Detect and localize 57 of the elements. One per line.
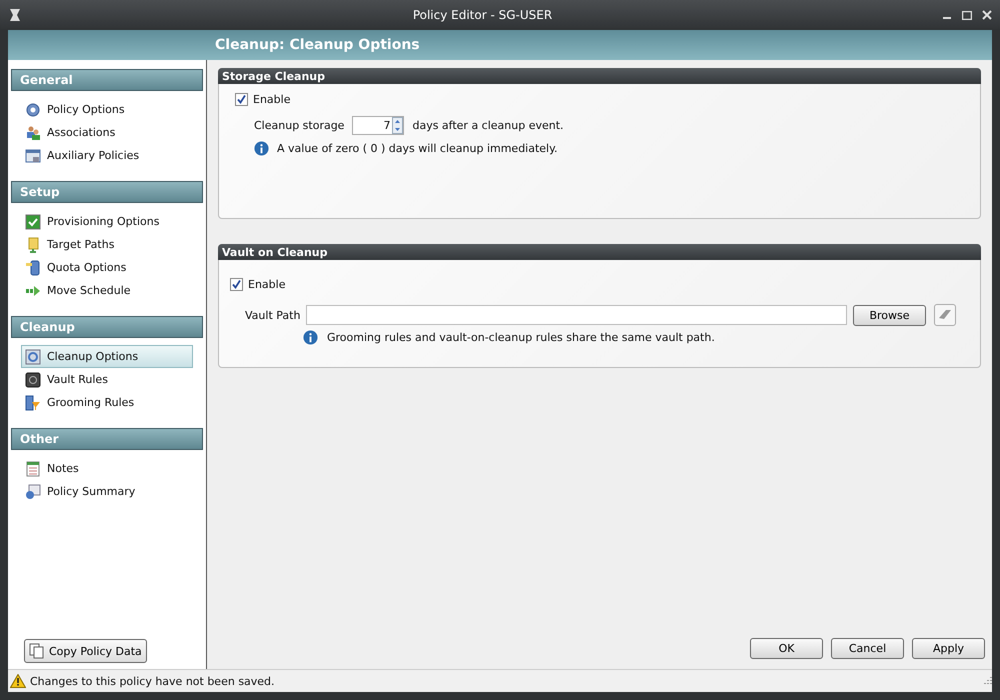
checkmark-icon bbox=[25, 214, 41, 230]
warning-icon bbox=[10, 674, 26, 688]
sidebar-item[interactable]: Policy Summary bbox=[21, 480, 193, 503]
eraser-icon bbox=[938, 309, 952, 321]
summary-icon bbox=[25, 484, 41, 500]
status-text: Changes to this policy have not been saved. bbox=[30, 674, 275, 688]
sidebar-item[interactable]: Move Schedule bbox=[21, 279, 193, 302]
checkbox[interactable] bbox=[235, 93, 248, 106]
sidebar-item[interactable]: Vault Rules bbox=[21, 368, 193, 391]
maximize-icon[interactable] bbox=[962, 10, 972, 20]
dialog-button[interactable]: Apply bbox=[912, 638, 985, 659]
panel-title: Vault on Cleanup bbox=[218, 244, 981, 260]
gear-icon bbox=[25, 102, 41, 118]
page-title: Cleanup: Cleanup Options bbox=[215, 37, 420, 53]
sidebar-item[interactable]: Auxiliary Policies bbox=[21, 144, 193, 167]
safe-icon bbox=[25, 372, 41, 388]
info-icon bbox=[254, 141, 269, 156]
funnel-icon bbox=[25, 394, 41, 410]
notes-icon bbox=[25, 460, 41, 476]
vault-path-field[interactable] bbox=[306, 305, 847, 325]
window-title: Policy Editor - SG-USER bbox=[412, 8, 554, 22]
section-header: General bbox=[11, 69, 203, 91]
sidebar-item[interactable]: Cleanup Options bbox=[21, 345, 193, 368]
field-suffix: days after a cleanup event. bbox=[412, 119, 564, 132]
info-text: A value of zero ( 0 ) days will cleanup immediately. bbox=[277, 142, 558, 155]
checkbox-label: Enable bbox=[253, 93, 290, 106]
checkbox[interactable] bbox=[230, 278, 243, 291]
sidebar-item[interactable]: Policy Options bbox=[21, 98, 193, 121]
section-header: Cleanup bbox=[11, 316, 203, 338]
info-icon bbox=[303, 330, 318, 345]
resize-grip-icon[interactable] bbox=[982, 676, 992, 686]
copy-icon bbox=[29, 643, 45, 659]
days-spinner[interactable]: 7 bbox=[352, 116, 404, 135]
sidebar-item[interactable]: Quota Options bbox=[21, 256, 193, 279]
panel-title: Storage Cleanup bbox=[218, 68, 981, 84]
spinner-arrows-icon[interactable] bbox=[392, 117, 404, 134]
field-label: Cleanup storage bbox=[254, 119, 344, 132]
section-header: Other bbox=[11, 428, 203, 450]
sidebar-item[interactable]: Grooming Rules bbox=[21, 391, 193, 414]
browse-button[interactable]: Browse bbox=[853, 304, 926, 326]
sidebar-item[interactable]: Associations bbox=[21, 121, 193, 144]
section-header: Setup bbox=[11, 181, 203, 203]
cylinder-icon bbox=[25, 260, 41, 276]
close-icon[interactable] bbox=[982, 10, 992, 20]
copy-policy-data-button[interactable]: Copy Policy Data bbox=[24, 639, 147, 663]
sidebar-item[interactable]: Provisioning Options bbox=[21, 210, 193, 233]
dialog-button[interactable]: Cancel bbox=[831, 638, 904, 659]
info-text: Grooming rules and vault-on-cleanup rules share the same vault path. bbox=[327, 331, 715, 344]
cleanup-icon bbox=[25, 348, 41, 364]
window-icon bbox=[25, 148, 41, 164]
dialog-button[interactable]: OK bbox=[750, 638, 823, 659]
clear-button[interactable] bbox=[934, 304, 956, 326]
checkbox-label: Enable bbox=[248, 278, 286, 291]
sidebar-item[interactable]: Notes bbox=[21, 457, 193, 480]
sidebar-item[interactable]: Target Paths bbox=[21, 233, 193, 256]
people-icon bbox=[25, 124, 41, 140]
field-label: Vault Path bbox=[245, 308, 302, 322]
